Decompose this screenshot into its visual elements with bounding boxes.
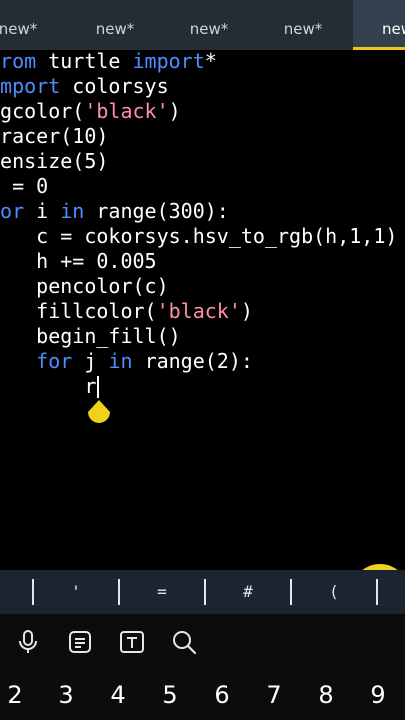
text-cursor <box>97 376 100 398</box>
symbol-bar: ' = # ( <box>0 570 405 614</box>
divider <box>32 579 34 605</box>
code-keyword: for <box>0 198 25 223</box>
tab-bar: new* new* new* new* new* <box>0 0 405 50</box>
code-text: bgcolor( <box>0 98 85 123</box>
code-line: r <box>0 374 397 399</box>
cursor-handle-icon[interactable] <box>86 398 112 430</box>
symbol-key-equals[interactable]: = <box>132 570 192 614</box>
code-line: h = 0 <box>0 174 397 199</box>
clipboard-icon[interactable] <box>66 628 94 656</box>
mic-icon[interactable] <box>14 628 42 656</box>
code-string: 'black' <box>156 298 241 323</box>
code-line: import colorsys <box>0 74 397 99</box>
code-text: * <box>204 50 217 73</box>
code-text: begin_fill() <box>0 323 181 348</box>
code-text: tracer(10) <box>0 123 109 148</box>
code-text: range(2): <box>144 348 253 373</box>
code-keyword: in <box>60 198 97 223</box>
tab-label: new* <box>382 20 405 38</box>
tab-label: new* <box>0 20 38 38</box>
code-keyword: import <box>0 73 61 98</box>
code-text: ) <box>240 298 253 323</box>
code-text: h += 0.005 <box>0 248 157 273</box>
symbol-key-quote[interactable]: ' <box>46 570 106 614</box>
code-line: pencolor(c) <box>0 274 397 299</box>
divider <box>204 579 206 605</box>
code-line: c = cokorsys.hsv_to_rgb(h,1,1) <box>0 224 397 249</box>
divider <box>118 579 120 605</box>
key-7[interactable]: 7 <box>254 670 294 720</box>
code-line: fillcolor('black') <box>0 299 397 324</box>
tab-4[interactable]: new* <box>272 0 334 50</box>
key-3[interactable]: 3 <box>46 670 86 720</box>
tab-label: new* <box>95 20 135 38</box>
code-keyword: from <box>0 50 37 73</box>
key-2[interactable]: 2 <box>0 670 35 720</box>
code-line: h += 0.005 <box>0 249 397 274</box>
key-5[interactable]: 5 <box>150 670 190 720</box>
code-keyword: import <box>132 50 205 73</box>
code-line: from turtle import* <box>0 50 397 74</box>
keyboard-toolbar <box>0 614 405 670</box>
code-text: colorsys <box>72 73 169 98</box>
code-text: turtle <box>48 50 133 73</box>
code-keyword: in <box>108 348 145 373</box>
search-icon[interactable] <box>170 628 198 656</box>
code-line: tracer(10) <box>0 124 397 149</box>
tab-label: new* <box>283 20 323 38</box>
code-lines: from turtle import*import colorsysbgcolo… <box>0 50 397 399</box>
code-text: r <box>84 373 97 398</box>
divider <box>376 579 378 605</box>
key-8[interactable]: 8 <box>306 670 346 720</box>
key-9[interactable]: 9 <box>358 670 398 720</box>
tab-label: new* <box>189 20 229 38</box>
code-line: begin_fill() <box>0 324 397 349</box>
code-line: for j in range(2): <box>0 349 397 374</box>
tab-1[interactable]: new* <box>0 0 48 50</box>
symbol-key-hash[interactable]: # <box>218 570 278 614</box>
code-editor[interactable]: from turtle import*import colorsysbgcolo… <box>0 50 405 570</box>
code-text: i <box>36 198 61 223</box>
code-text: c = cokorsys.hsv_to_rgb(h,1,1) <box>0 223 398 248</box>
tab-2[interactable]: new* <box>84 0 146 50</box>
key-6[interactable]: 6 <box>202 670 242 720</box>
key-4[interactable]: 4 <box>98 670 138 720</box>
tab-3[interactable]: new* <box>178 0 240 50</box>
divider <box>290 579 292 605</box>
text-icon[interactable] <box>118 628 146 656</box>
code-text: ) <box>168 98 181 123</box>
code-line: bgcolor('black') <box>0 99 397 124</box>
code-text: h = 0 <box>0 173 49 198</box>
code-text: fillcolor( <box>0 298 157 323</box>
code-text: j <box>84 348 109 373</box>
code-string: 'black' <box>84 98 169 123</box>
keyboard-number-row: 2 3 4 5 6 7 8 9 <box>0 670 405 720</box>
code-text: range(300): <box>96 198 229 223</box>
tab-5-active[interactable]: new* <box>353 0 405 50</box>
code-line: pensize(5) <box>0 149 397 174</box>
symbol-key-paren[interactable]: ( <box>304 570 364 614</box>
code-text: pencolor(c) <box>0 273 169 298</box>
code-keyword: for <box>36 348 85 373</box>
code-line: for i in range(300): <box>0 199 397 224</box>
code-text: pensize(5) <box>0 148 109 173</box>
